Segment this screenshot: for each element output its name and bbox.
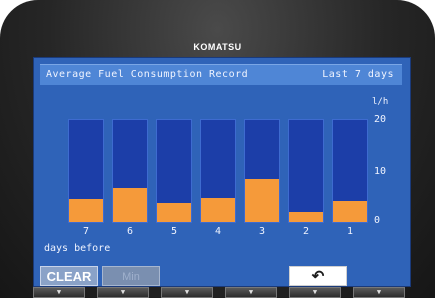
bar	[157, 203, 191, 222]
screen-title: Average Fuel Consumption Record	[46, 69, 249, 80]
function-key-2[interactable]: ▼	[97, 287, 149, 298]
function-key-6[interactable]: ▼	[353, 287, 405, 298]
bar-column	[112, 119, 148, 223]
return-arrow-icon: ↶	[311, 268, 325, 285]
function-key-1[interactable]: ▼	[33, 287, 85, 298]
back-button[interactable]: ↶	[289, 266, 347, 286]
bar	[245, 179, 279, 222]
x-tick-label: 1	[346, 226, 354, 237]
y-tick-label: 0	[374, 215, 381, 226]
x-tick-label: 6	[126, 226, 134, 237]
y-tick-label: 20	[374, 114, 387, 125]
bar-column	[68, 119, 104, 223]
y-axis-unit: l/h	[372, 97, 389, 107]
x-tick-label: 3	[258, 226, 266, 237]
x-axis-caption: days before	[44, 243, 111, 254]
bar	[289, 212, 323, 222]
bar	[69, 199, 103, 222]
y-tick-label: 10	[374, 166, 387, 177]
x-tick-label: 2	[302, 226, 310, 237]
brand-logo: KOMATSU	[193, 42, 242, 52]
x-tick-label: 4	[214, 226, 222, 237]
clear-button[interactable]: CLEAR	[40, 266, 98, 286]
range-label: Last 7 days	[322, 69, 394, 80]
bar	[113, 188, 147, 222]
bar	[333, 201, 367, 222]
min-button[interactable]: Min	[102, 266, 160, 286]
title-bar: Average Fuel Consumption Record Last 7 d…	[40, 64, 402, 85]
bar	[201, 198, 235, 222]
x-tick-label: 5	[170, 226, 178, 237]
x-tick-label: 7	[82, 226, 90, 237]
bar-column	[156, 119, 192, 223]
bar-column	[200, 119, 236, 223]
function-key-5[interactable]: ▼	[289, 287, 341, 298]
function-key-4[interactable]: ▼	[225, 287, 277, 298]
bar-column	[244, 119, 280, 223]
function-key-3[interactable]: ▼	[161, 287, 213, 298]
function-key-row: ▼ ▼ ▼ ▼ ▼ ▼	[33, 287, 409, 298]
monitor-screen: Average Fuel Consumption Record Last 7 d…	[33, 57, 411, 287]
bar-column	[288, 119, 324, 223]
bar-column	[332, 119, 368, 223]
